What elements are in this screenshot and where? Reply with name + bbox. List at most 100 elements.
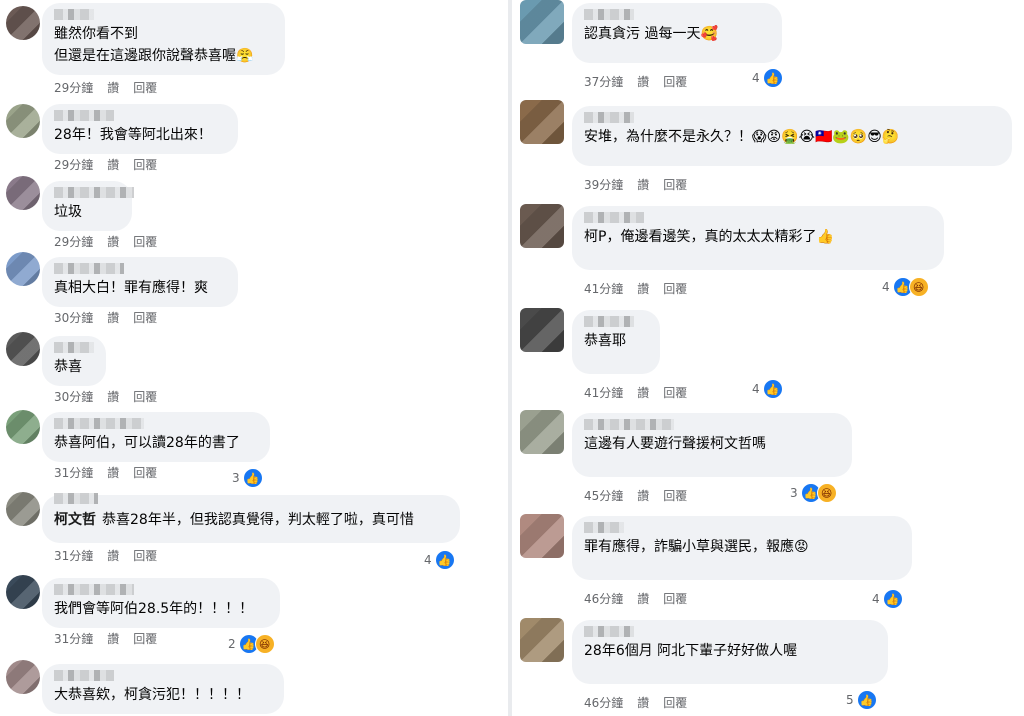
like-link[interactable]: 讚: [107, 390, 119, 404]
like-link[interactable]: 讚: [637, 489, 649, 503]
avatar[interactable]: [6, 492, 40, 526]
like-link[interactable]: 讚: [107, 632, 119, 646]
timestamp: 29分鐘: [54, 235, 94, 249]
comment-actions: 31分鐘讚回覆: [54, 547, 171, 564]
avatar[interactable]: [6, 104, 40, 138]
blurred-author-name[interactable]: [54, 9, 94, 20]
timestamp: 46分鐘: [584, 696, 624, 710]
comment-bubble: 罪有應得，詐騙小草與選民，報應😡: [572, 516, 912, 580]
avatar[interactable]: [520, 618, 564, 662]
reply-link[interactable]: 回覆: [663, 696, 687, 710]
reply-link[interactable]: 回覆: [663, 489, 687, 503]
reply-link[interactable]: 回覆: [133, 158, 157, 172]
timestamp: 30分鐘: [54, 311, 94, 325]
comment-text: 恭喜: [54, 359, 82, 375]
like-link[interactable]: 讚: [107, 158, 119, 172]
comment-actions: 30分鐘讚回覆: [54, 309, 171, 326]
comment-text: 罪有應得，詐騙小草與選民，報應😡: [584, 539, 809, 555]
like-link[interactable]: 讚: [637, 282, 649, 296]
reaction-summary[interactable]: 4 👍: [752, 68, 783, 88]
avatar[interactable]: [520, 514, 564, 558]
blurred-author-name[interactable]: [54, 342, 94, 353]
reply-link[interactable]: 回覆: [133, 81, 157, 95]
reaction-summary[interactable]: 3 👍: [232, 468, 263, 488]
comment-actions: 31分鐘讚回覆: [54, 464, 171, 481]
blurred-author-name[interactable]: [54, 418, 144, 429]
blurred-author-name[interactable]: [584, 626, 634, 637]
like-link[interactable]: 讚: [107, 466, 119, 480]
avatar[interactable]: [6, 6, 40, 40]
reaction-summary[interactable]: 2 👍 😆: [228, 634, 275, 654]
reaction-summary[interactable]: 4 👍 😆: [882, 277, 929, 297]
avatar[interactable]: [520, 308, 564, 352]
reply-link[interactable]: 回覆: [663, 178, 687, 192]
like-reaction-icon: 👍: [856, 690, 877, 710]
comment-bubble: 柯文哲 恭喜28年半，但我認真覺得，判太輕了啦，真可惜: [42, 493, 460, 543]
reply-link[interactable]: 回覆: [663, 75, 687, 89]
timestamp: 31分鐘: [54, 466, 94, 480]
reply-link[interactable]: 回覆: [133, 632, 157, 646]
blurred-author-name[interactable]: [54, 187, 134, 198]
comment-actions: 31分鐘讚回覆: [54, 630, 171, 647]
reaction-count: 4: [424, 553, 432, 567]
reply-link[interactable]: 回覆: [133, 390, 157, 404]
like-reaction-icon: 👍: [882, 589, 903, 609]
reply-link[interactable]: 回覆: [133, 549, 157, 563]
avatar[interactable]: [6, 252, 40, 286]
reaction-summary[interactable]: 4 👍: [424, 550, 455, 570]
reply-link[interactable]: 回覆: [133, 466, 157, 480]
like-link[interactable]: 讚: [637, 592, 649, 606]
reaction-summary[interactable]: 4 👍: [752, 379, 783, 399]
avatar[interactable]: [6, 176, 40, 210]
avatar[interactable]: [6, 575, 40, 609]
blurred-author-name[interactable]: [584, 419, 674, 430]
reaction-summary[interactable]: 3 👍 😆: [790, 483, 837, 503]
comment-bubble: 28年！我會等阿北出來！: [42, 104, 238, 154]
timestamp: 29分鐘: [54, 81, 94, 95]
like-link[interactable]: 讚: [107, 311, 119, 325]
comment-bubble: 認真貪污 過每一天🥰: [572, 3, 782, 63]
comment-actions: 46分鐘讚回覆: [584, 694, 701, 711]
reply-link[interactable]: 回覆: [133, 235, 157, 249]
blurred-author-name: [54, 493, 98, 504]
timestamp: 39分鐘: [584, 178, 624, 192]
comment-bubble: 安堆，為什麼不是永久？！😱😡🤮😭🇹🇼🐸🥺😎🤔: [572, 106, 1012, 166]
avatar[interactable]: [520, 204, 564, 248]
blurred-author-name[interactable]: [54, 584, 134, 595]
reply-link[interactable]: 回覆: [133, 311, 157, 325]
blurred-author-name[interactable]: [54, 110, 114, 121]
like-link[interactable]: 讚: [637, 75, 649, 89]
reply-link[interactable]: 回覆: [663, 592, 687, 606]
like-link[interactable]: 讚: [637, 696, 649, 710]
blurred-author-name[interactable]: [54, 670, 114, 681]
like-reaction-icon: 👍: [762, 68, 783, 88]
avatar[interactable]: [6, 332, 40, 366]
avatar[interactable]: [520, 0, 564, 44]
comment-text: 柯P，俺邊看邊笑，真的太太太精彩了👍: [584, 229, 834, 245]
like-link[interactable]: 讚: [107, 235, 119, 249]
reaction-count: 3: [790, 486, 798, 500]
comment-actions: 29分鐘讚回覆: [54, 79, 171, 96]
like-link[interactable]: 讚: [107, 549, 119, 563]
blurred-author-name[interactable]: [584, 112, 634, 123]
blurred-author-name[interactable]: [584, 316, 634, 327]
blurred-author-name[interactable]: [584, 9, 634, 20]
like-link[interactable]: 讚: [637, 386, 649, 400]
blurred-author-name[interactable]: [584, 212, 644, 223]
blurred-author-name[interactable]: [584, 522, 624, 533]
reaction-summary[interactable]: 5 👍: [846, 690, 877, 710]
reply-link[interactable]: 回覆: [663, 386, 687, 400]
avatar[interactable]: [520, 100, 564, 144]
author-name[interactable]: 柯文哲: [54, 512, 96, 528]
reaction-summary[interactable]: 4 👍: [872, 589, 903, 609]
timestamp: 41分鐘: [584, 386, 624, 400]
avatar[interactable]: [6, 660, 40, 694]
reaction-count: 4: [872, 592, 880, 606]
comment-actions: 37分鐘讚回覆: [584, 73, 701, 90]
blurred-author-name[interactable]: [54, 263, 124, 274]
reply-link[interactable]: 回覆: [663, 282, 687, 296]
like-link[interactable]: 讚: [107, 81, 119, 95]
avatar[interactable]: [520, 410, 564, 454]
avatar[interactable]: [6, 410, 40, 444]
like-link[interactable]: 讚: [637, 178, 649, 192]
